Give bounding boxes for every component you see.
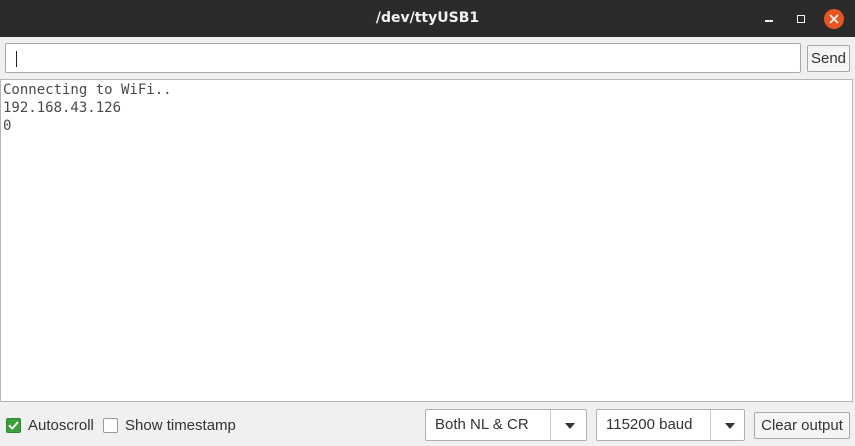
- output-line: 0: [3, 118, 12, 134]
- show-timestamp-label[interactable]: Show timestamp: [125, 416, 236, 435]
- serial-output[interactable]: Connecting to WiFi.. 192.168.43.126 0: [0, 79, 853, 402]
- line-ending-select[interactable]: Both NL & CR: [425, 409, 587, 441]
- chevron-down-icon[interactable]: [725, 423, 735, 429]
- baud-rate-select[interactable]: 115200 baud: [596, 409, 745, 441]
- line-ending-value: Both NL & CR: [435, 416, 529, 433]
- footer-bar: Autoscroll Show timestamp Both NL & CR 1…: [0, 404, 855, 446]
- chevron-down-icon[interactable]: [565, 423, 575, 429]
- select-divider: [710, 410, 711, 440]
- serial-input[interactable]: [5, 43, 801, 73]
- maximize-icon: [797, 15, 805, 23]
- autoscroll-checkbox[interactable]: [6, 418, 21, 433]
- output-line: Connecting to WiFi..: [3, 82, 172, 98]
- clear-output-button[interactable]: Clear output: [754, 412, 850, 439]
- autoscroll-label[interactable]: Autoscroll: [28, 416, 94, 435]
- window-titlebar: /dev/ttyUSB1: [0, 0, 855, 37]
- minimize-button[interactable]: [759, 9, 779, 29]
- output-lines: Connecting to WiFi.. 192.168.43.126 0: [1, 80, 852, 135]
- text-cursor: [16, 51, 17, 67]
- send-button[interactable]: Send: [807, 45, 850, 72]
- close-icon: [829, 14, 839, 24]
- select-divider: [550, 410, 551, 440]
- maximize-button[interactable]: [791, 9, 811, 29]
- output-line: 192.168.43.126: [3, 100, 122, 116]
- send-bar: Send: [0, 37, 855, 79]
- show-timestamp-checkbox[interactable]: [103, 418, 118, 433]
- check-icon: [8, 421, 19, 430]
- minimize-icon: [765, 20, 773, 22]
- close-button[interactable]: [824, 9, 844, 29]
- baud-rate-value: 115200 baud: [606, 416, 693, 433]
- window-title: /dev/ttyUSB1: [375, 10, 480, 26]
